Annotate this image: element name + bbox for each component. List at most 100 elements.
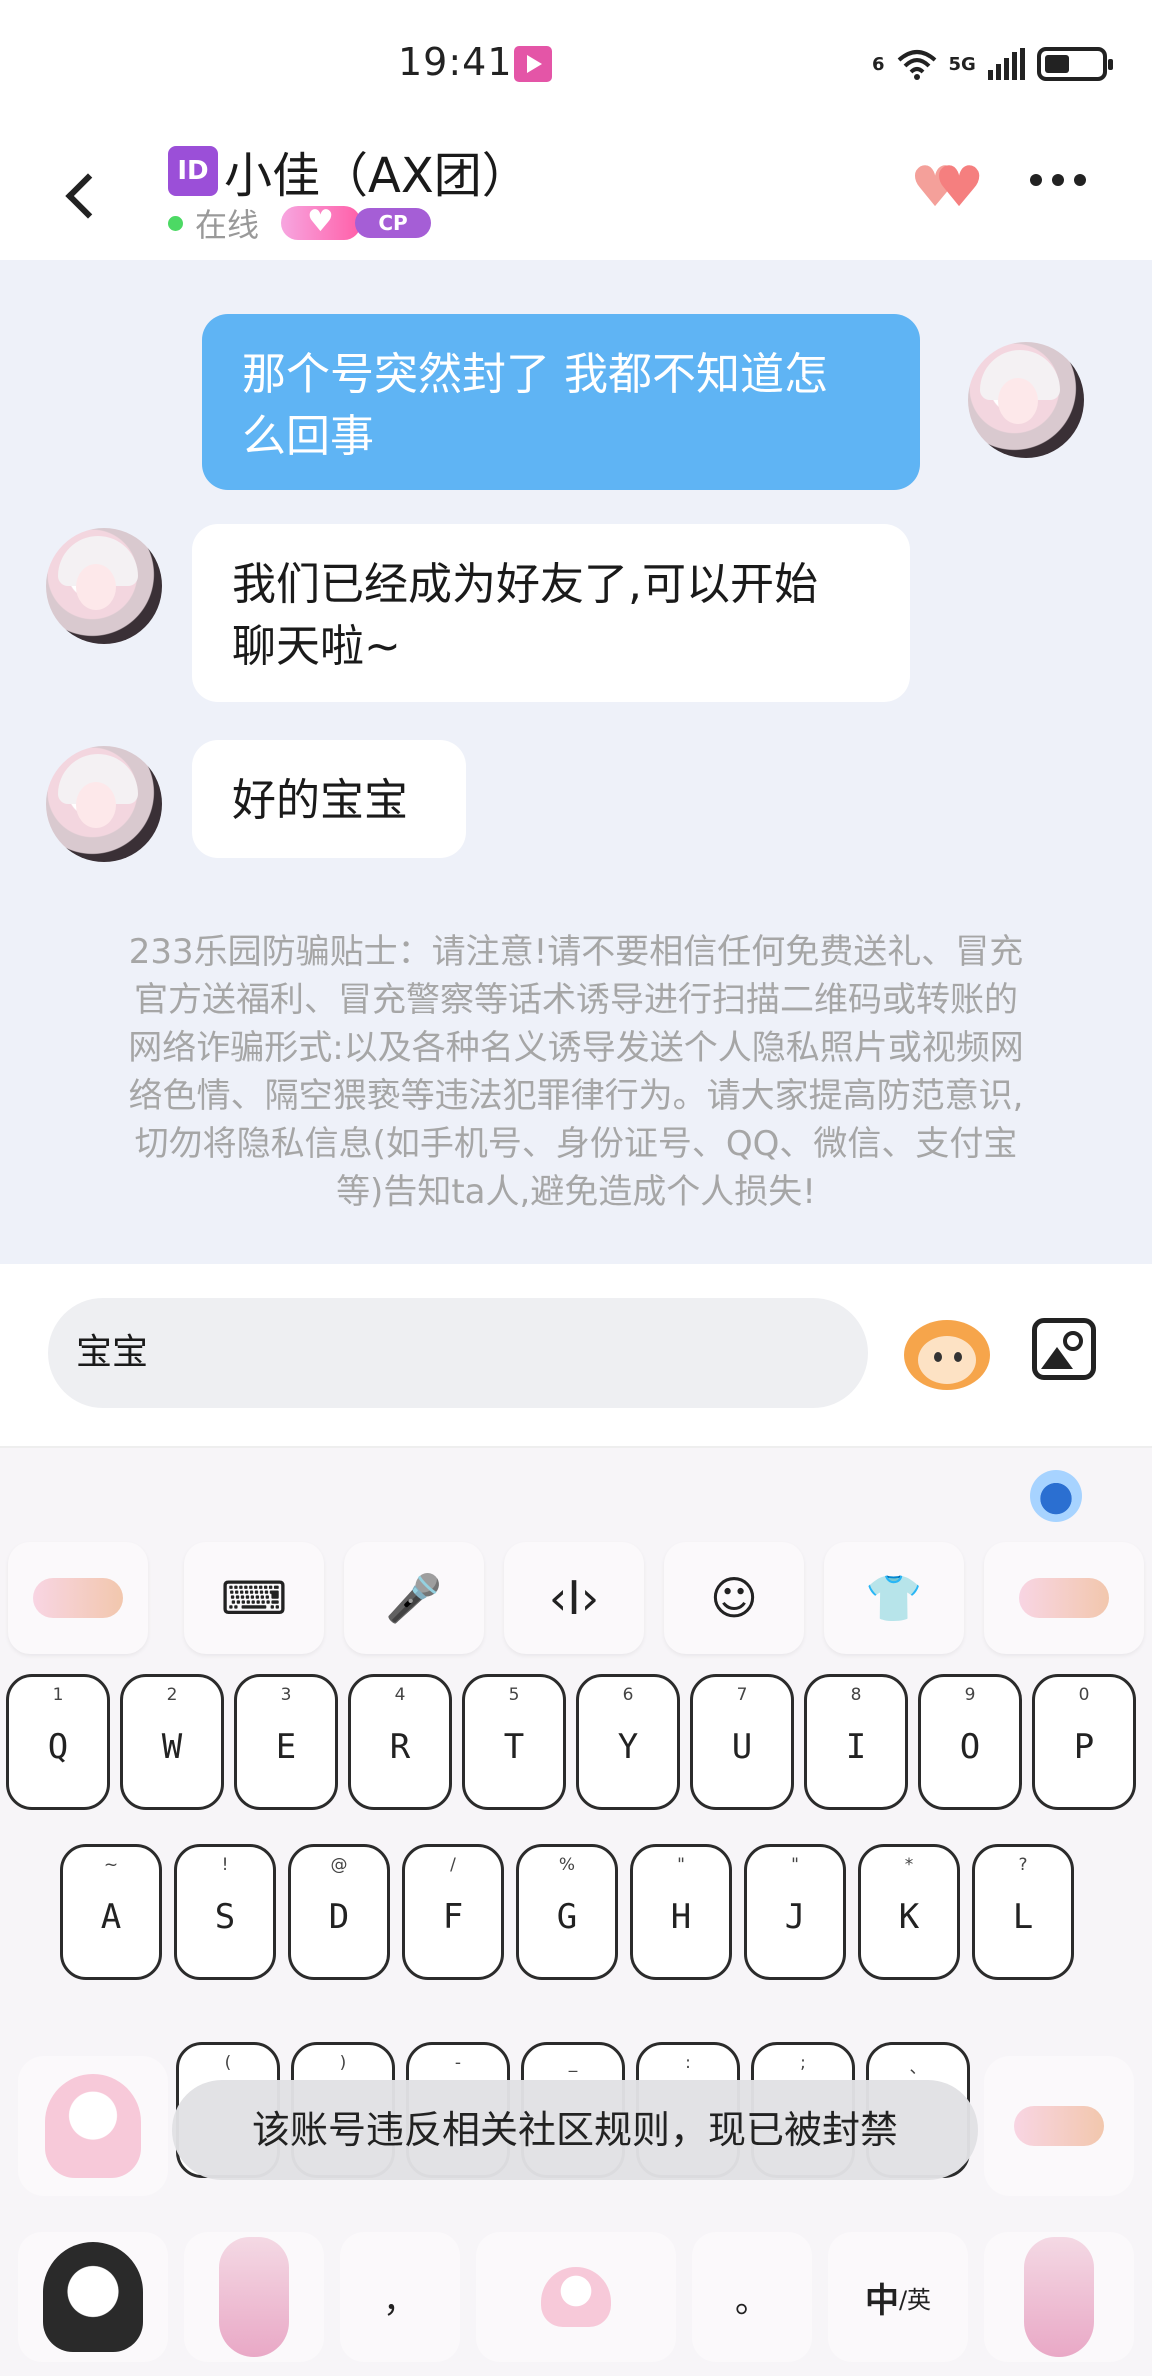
key-y[interactable]: 6Y	[576, 1674, 680, 1810]
message-text-line: 么回事	[242, 411, 374, 462]
numbers-key[interactable]	[184, 2232, 324, 2362]
key-sub-label: 0	[1078, 1685, 1090, 1705]
key-letter: T	[503, 1727, 525, 1767]
ban-toast: 该账号违反相关社区规则，现已被封禁	[172, 2080, 978, 2180]
key-sub-label: 3	[280, 1685, 292, 1705]
key-w[interactable]: 2W	[120, 1674, 224, 1810]
key-letter: U	[731, 1727, 753, 1767]
contact-avatar[interactable]	[46, 746, 162, 862]
key-i[interactable]: 8I	[804, 1674, 908, 1810]
key-sub-label: "	[677, 1855, 685, 1875]
key-letter: W	[161, 1727, 183, 1767]
key-sub-label: ;	[800, 2053, 806, 2073]
kuromi-sticker-icon	[43, 2242, 143, 2352]
more-options-button[interactable]	[1030, 174, 1086, 186]
notice-line: 网络诈骗形式:以及各种名义诱导发送个人隐私照片或视频网	[128, 1028, 1024, 1068]
notice-line: 络色情、隔空猥亵等违法犯罪律行为。请大家提高防范意识,	[128, 1076, 1024, 1116]
key-sub-label: (	[224, 2053, 232, 2073]
microphone-icon[interactable]: 🎤	[344, 1542, 484, 1654]
back-button[interactable]	[58, 160, 110, 230]
key-sub-label: 6	[622, 1685, 634, 1705]
period-label: 。	[735, 2280, 769, 2321]
online-status: 在线 CP	[168, 200, 432, 246]
ifly-shirt-icon[interactable]: 👕	[824, 1542, 964, 1654]
message-bubble-incoming[interactable]: 我们已经成为好友了,可以开始 聊天啦~	[192, 524, 910, 702]
key-d[interactable]: @ D	[288, 1844, 390, 1980]
key-letter: O	[959, 1727, 981, 1767]
key-letter: R	[389, 1727, 411, 1767]
key-a[interactable]: ~ A	[60, 1844, 162, 1980]
language-switch-key[interactable]: 中 /英	[828, 2232, 968, 2362]
message-input[interactable]: 宝宝	[48, 1298, 868, 1408]
keyboard-icon[interactable]: ⌨	[184, 1542, 324, 1654]
key-g[interactable]: % G	[516, 1844, 618, 1980]
key-h[interactable]: " H	[630, 1844, 732, 1980]
key-sub-label: -	[454, 2053, 462, 2073]
status-bar: 19:41 6 5G	[0, 0, 1152, 120]
key-letter: J	[784, 1897, 806, 1937]
key-l[interactable]: ? L	[972, 1844, 1074, 1980]
key-sub-label: %	[558, 1855, 576, 1875]
key-f[interactable]: / F	[402, 1844, 504, 1980]
deco-sticker-left	[8, 1542, 148, 1654]
deco-sticker-right	[984, 1542, 1144, 1654]
key-j[interactable]: " J	[744, 1844, 846, 1980]
key-sub-label: @	[330, 1855, 348, 1875]
key-letter: K	[898, 1897, 920, 1937]
comma-key[interactable]: ，	[340, 2232, 460, 2362]
notice-line: 切勿将隐私信息(如手机号、身份证号、QQ、微信、支付宝	[134, 1124, 1018, 1164]
key-s[interactable]: ! S	[174, 1844, 276, 1980]
winged-heart-icon	[281, 204, 362, 240]
enter-key[interactable]	[984, 2232, 1134, 2362]
key-p[interactable]: 0P	[1032, 1674, 1136, 1810]
ai-assistant-icon[interactable]	[1030, 1470, 1082, 1522]
key-letter: I	[845, 1727, 867, 1767]
smiley-icon[interactable]: ☺	[664, 1542, 804, 1654]
key-sub-label: 9	[964, 1685, 976, 1705]
backspace-key[interactable]	[984, 2056, 1134, 2196]
heart-icon: ♥	[934, 155, 985, 220]
key-letter: L	[1012, 1897, 1034, 1937]
doll-sticker-icon	[45, 2074, 141, 2178]
period-key[interactable]: 。	[692, 2232, 812, 2362]
symbols-key[interactable]	[18, 2232, 168, 2362]
key-letter: G	[556, 1897, 578, 1937]
key-e[interactable]: 3E	[234, 1674, 338, 1810]
notice-line: 官方送福利、冒充警察等话术诱导进行扫描二维码或转账的	[134, 980, 1018, 1020]
key-letter: S	[214, 1897, 236, 1937]
key-q[interactable]: 1Q	[6, 1674, 110, 1810]
emoji-sticker-button[interactable]	[904, 1312, 990, 1392]
cp-badge[interactable]: CP	[281, 204, 432, 242]
image-picker-button[interactable]	[1032, 1318, 1096, 1380]
cursor-icon[interactable]: ‹I›	[504, 1542, 644, 1654]
key-k[interactable]: * K	[858, 1844, 960, 1980]
contact-name-row: ID 小佳（AX团）	[168, 136, 530, 206]
space-key[interactable]	[476, 2232, 676, 2362]
status-icons: 6 5G	[872, 40, 1113, 88]
message-bubble-incoming[interactable]: 好的宝宝	[192, 740, 466, 858]
key-sub-label: 4	[394, 1685, 406, 1705]
message-bubble-outgoing[interactable]: 那个号突然封了 我都不知道怎 么回事	[202, 314, 920, 490]
key-letter: A	[100, 1897, 122, 1937]
shift-key[interactable]	[18, 2056, 168, 2196]
deco-sticker-icon	[1014, 2106, 1104, 2146]
key-sub-label: 5	[508, 1685, 520, 1705]
key-u[interactable]: 7U	[690, 1674, 794, 1810]
key-sub-label: :	[685, 2053, 691, 2073]
cell-signal-icon	[987, 48, 1025, 80]
key-sub-label: _	[568, 2053, 578, 2073]
chat-messages[interactable]: 那个号突然封了 我都不知道怎 么回事 我们已经成为好友了,可以开始 聊天啦~ 好…	[0, 260, 1152, 1264]
contact-avatar[interactable]	[46, 528, 162, 644]
status-time: 19:41	[398, 40, 513, 84]
double-heart-button[interactable]: ♥ ♥	[910, 160, 984, 220]
my-avatar[interactable]	[968, 342, 1084, 458]
key-o[interactable]: 9O	[918, 1674, 1022, 1810]
key-t[interactable]: 5T	[462, 1674, 566, 1810]
key-letter: Q	[47, 1727, 69, 1767]
key-r[interactable]: 4R	[348, 1674, 452, 1810]
contact-name[interactable]: 小佳（AX团）	[224, 136, 530, 206]
wifi-icon: 6	[872, 53, 885, 75]
key-letter: H	[670, 1897, 692, 1937]
guitar-sticker-icon	[219, 2237, 289, 2357]
key-letter: F	[442, 1897, 464, 1937]
